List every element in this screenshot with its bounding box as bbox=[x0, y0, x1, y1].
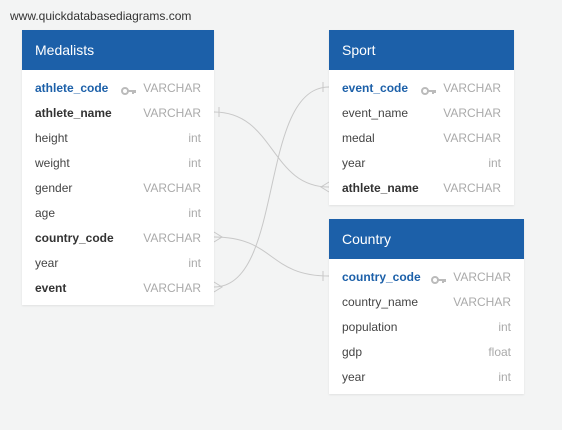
column-name: height bbox=[35, 130, 68, 145]
column-name: gdp bbox=[342, 344, 363, 359]
column-type: int bbox=[498, 369, 511, 384]
column-type: VARCHAR bbox=[143, 230, 201, 245]
column-row-event-code[interactable]: event_code VARCHAR bbox=[329, 75, 514, 100]
column-type: int bbox=[188, 205, 201, 220]
column-row-athlete-code[interactable]: athlete_code VARCHAR bbox=[22, 75, 214, 100]
relationship-athlete-name bbox=[213, 111, 330, 188]
column-name: event_name bbox=[342, 105, 409, 120]
column-name: athlete_name bbox=[35, 105, 112, 120]
column-row-weight[interactable]: weight int bbox=[22, 150, 214, 175]
column-row-country-name[interactable]: country_name VARCHAR bbox=[329, 289, 524, 314]
column-type: VARCHAR bbox=[453, 269, 511, 284]
column-row-height[interactable]: height int bbox=[22, 125, 214, 150]
column-row-athlete-name[interactable]: athlete_name VARCHAR bbox=[22, 100, 214, 125]
table-header-medalists[interactable]: Medalists bbox=[22, 30, 214, 70]
table-country[interactable]: Country country_code VARCHAR country_name V… bbox=[329, 219, 524, 394]
column-name: population bbox=[342, 319, 398, 334]
column-type: float bbox=[488, 344, 511, 359]
column-name: athlete_code bbox=[35, 80, 109, 95]
column-row-country-code[interactable]: country_code VARCHAR bbox=[329, 264, 524, 289]
column-type: VARCHAR bbox=[143, 280, 201, 295]
column-type: VARCHAR bbox=[443, 105, 501, 120]
column-type: VARCHAR bbox=[443, 180, 501, 195]
column-type: int bbox=[488, 155, 501, 170]
column-name: age bbox=[35, 205, 56, 220]
column-row-medal[interactable]: medal VARCHAR bbox=[329, 125, 514, 150]
table-header-country[interactable]: Country bbox=[329, 219, 524, 259]
column-row-event-name[interactable]: event_name VARCHAR bbox=[329, 100, 514, 125]
table-rows: athlete_code VARCHAR athlete_name VARCHAR he… bbox=[22, 70, 214, 305]
column-row-athlete-name[interactable]: athlete_name VARCHAR bbox=[329, 175, 514, 200]
table-medalists[interactable]: Medalists athlete_code VARCHAR athlete_nam… bbox=[22, 30, 214, 305]
table-sport[interactable]: Sport event_code VARCHAR event_name VARCHAR… bbox=[329, 30, 514, 205]
column-name: country_code bbox=[342, 269, 421, 284]
column-type: VARCHAR bbox=[443, 130, 501, 145]
column-type: int bbox=[188, 130, 201, 145]
column-name: athlete_name bbox=[342, 180, 419, 195]
column-name: year bbox=[342, 369, 366, 384]
column-name: weight bbox=[35, 155, 70, 170]
column-row-year[interactable]: year int bbox=[329, 364, 524, 389]
column-row-country-code[interactable]: country_code VARCHAR bbox=[22, 225, 214, 250]
column-row-event[interactable]: event VARCHAR bbox=[22, 275, 214, 300]
column-type: int bbox=[188, 155, 201, 170]
column-type: int bbox=[498, 319, 511, 334]
column-row-gender[interactable]: gender VARCHAR bbox=[22, 175, 214, 200]
primary-key-icon bbox=[121, 84, 137, 95]
column-name: year bbox=[342, 155, 366, 170]
table-rows: event_code VARCHAR event_name VARCHAR medal V… bbox=[329, 70, 514, 205]
column-row-gdp[interactable]: gdp float bbox=[329, 339, 524, 364]
column-type: int bbox=[188, 255, 201, 270]
column-name: country_code bbox=[35, 230, 114, 245]
column-name: country_name bbox=[342, 294, 419, 309]
column-name: event bbox=[35, 280, 67, 295]
primary-key-icon bbox=[421, 84, 437, 95]
relationship-country-code bbox=[213, 236, 330, 277]
column-type: VARCHAR bbox=[143, 105, 201, 120]
column-row-age[interactable]: age int bbox=[22, 200, 214, 225]
table-rows: country_code VARCHAR country_name VARCHAR po… bbox=[329, 259, 524, 394]
column-row-year[interactable]: year int bbox=[22, 250, 214, 275]
column-name: gender bbox=[35, 180, 73, 195]
primary-key-icon bbox=[431, 273, 447, 284]
column-name: medal bbox=[342, 130, 375, 145]
column-row-year[interactable]: year int bbox=[329, 150, 514, 175]
table-header-sport[interactable]: Sport bbox=[329, 30, 514, 70]
column-type: VARCHAR bbox=[143, 80, 201, 95]
column-row-population[interactable]: population int bbox=[329, 314, 524, 339]
column-type: VARCHAR bbox=[453, 294, 511, 309]
column-name: event_code bbox=[342, 80, 409, 95]
column-type: VARCHAR bbox=[443, 80, 501, 95]
column-name: year bbox=[35, 255, 59, 270]
column-type: VARCHAR bbox=[143, 180, 201, 195]
